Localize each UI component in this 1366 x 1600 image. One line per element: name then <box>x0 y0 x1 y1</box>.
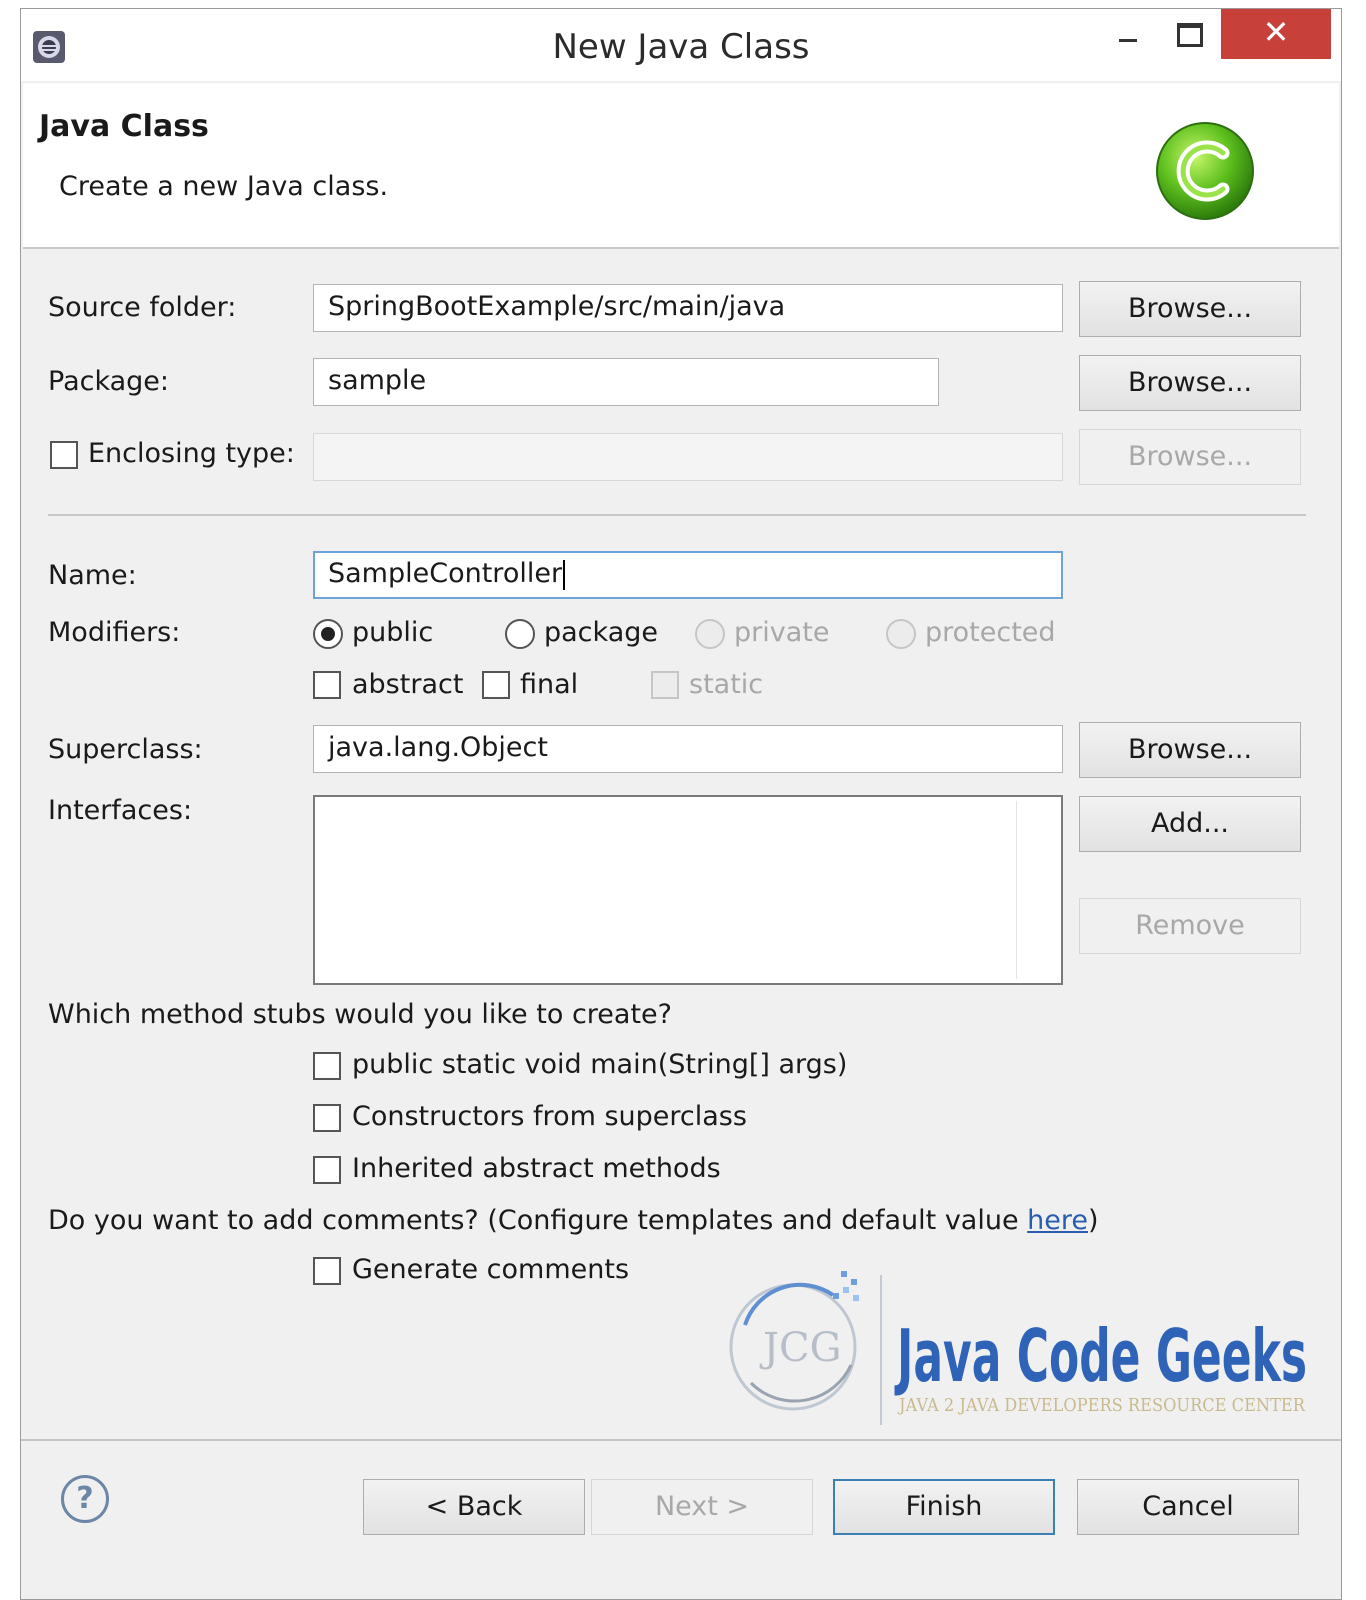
modifier-public-radio[interactable] <box>313 619 343 649</box>
watermark-brand: Java Code Geeks <box>894 1314 1307 1398</box>
watermark-tagline: JAVA 2 JAVA DEVELOPERS RESOURCE CENTER <box>897 1395 1305 1416</box>
name-input[interactable]: SampleController <box>313 551 1063 599</box>
stub-main-label[interactable]: public static void main(String[] args) <box>352 1049 847 1080</box>
minimize-icon <box>1119 39 1137 42</box>
close-icon: ✕ <box>1262 13 1290 51</box>
superclass-browse-button[interactable]: Browse... <box>1079 722 1301 778</box>
modifier-protected-radio <box>886 619 916 649</box>
name-label: Name: <box>48 560 137 591</box>
wizard-description: Create a new Java class. <box>59 171 389 202</box>
minimize-button[interactable] <box>1099 9 1159 59</box>
maximize-icon <box>1177 23 1203 47</box>
modifier-package-radio[interactable] <box>505 619 535 649</box>
enclosing-type-input <box>313 433 1063 481</box>
static-label: static <box>689 669 764 700</box>
section-separator <box>48 514 1306 516</box>
modifier-public-label[interactable]: public <box>352 617 433 648</box>
add-interface-button[interactable]: Add... <box>1079 796 1301 852</box>
modifier-protected-label: protected <box>925 617 1056 648</box>
abstract-label[interactable]: abstract <box>352 669 463 700</box>
modifier-private-radio <box>695 619 725 649</box>
stubs-question: Which method stubs would you like to cre… <box>48 999 672 1030</box>
list-column-divider <box>1016 801 1017 979</box>
static-checkbox <box>651 671 679 699</box>
package-input[interactable]: sample <box>313 358 939 406</box>
cancel-button[interactable]: Cancel <box>1077 1479 1299 1535</box>
stub-inherited-checkbox[interactable] <box>313 1156 341 1184</box>
superclass-input[interactable]: java.lang.Object <box>313 725 1063 773</box>
configure-templates-link[interactable]: here <box>1027 1205 1088 1236</box>
source-folder-input[interactable]: SpringBootExample/src/main/java <box>313 284 1063 332</box>
maximize-button[interactable] <box>1163 9 1223 59</box>
generate-comments-label[interactable]: Generate comments <box>352 1254 629 1285</box>
final-checkbox[interactable] <box>482 671 510 699</box>
close-button[interactable]: ✕ <box>1221 9 1331 59</box>
comments-question-suffix: ) <box>1088 1205 1099 1236</box>
final-label[interactable]: final <box>520 669 578 700</box>
name-input-value: SampleController <box>328 558 563 589</box>
stub-inherited-label[interactable]: Inherited abstract methods <box>352 1153 721 1184</box>
interfaces-list[interactable] <box>313 795 1063 985</box>
generate-comments-checkbox[interactable] <box>313 1257 341 1285</box>
source-folder-browse-button[interactable]: Browse... <box>1079 281 1301 337</box>
package-label: Package: <box>48 366 170 397</box>
enclosing-type-checkbox[interactable] <box>50 441 78 469</box>
modifier-package-label[interactable]: package <box>544 617 658 648</box>
java-class-icon <box>1156 122 1254 220</box>
stub-main-checkbox[interactable] <box>313 1052 341 1080</box>
superclass-label: Superclass: <box>48 734 203 765</box>
enclosing-type-browse-button: Browse... <box>1079 429 1301 485</box>
finish-button[interactable]: Finish <box>833 1479 1055 1535</box>
new-java-class-dialog: New Java Class ✕ Java Class Create a new… <box>20 8 1342 1600</box>
modifier-private-label: private <box>734 617 830 648</box>
java-code-geeks-watermark: JCG Java Code Geeks JAVA 2 JAVA DEVELOPE… <box>729 1271 1307 1425</box>
text-caret <box>563 559 566 590</box>
stub-constructors-label[interactable]: Constructors from superclass <box>352 1101 747 1132</box>
comments-question-text: Do you want to add comments? (Configure … <box>48 1205 1028 1236</box>
next-button: Next > <box>591 1479 813 1535</box>
footer-separator <box>21 1439 1341 1441</box>
interfaces-label: Interfaces: <box>48 795 193 826</box>
stub-constructors-checkbox[interactable] <box>313 1104 341 1132</box>
remove-interface-button: Remove <box>1079 898 1301 954</box>
package-browse-button[interactable]: Browse... <box>1079 355 1301 411</box>
modifiers-label: Modifiers: <box>48 617 181 648</box>
title-bar[interactable]: New Java Class ✕ <box>21 9 1341 81</box>
abstract-checkbox[interactable] <box>313 671 341 699</box>
help-icon[interactable]: ? <box>61 1475 109 1523</box>
wizard-title: Java Class <box>39 109 209 144</box>
watermark-logo-text: JCG <box>759 1325 842 1371</box>
enclosing-type-label: Enclosing type: <box>88 438 295 469</box>
comments-question: Do you want to add comments? (Configure … <box>48 1205 1099 1236</box>
wizard-header: Java Class Create a new Java class. <box>23 83 1339 249</box>
back-button[interactable]: < Back <box>363 1479 585 1535</box>
source-folder-label: Source folder: <box>48 292 237 323</box>
